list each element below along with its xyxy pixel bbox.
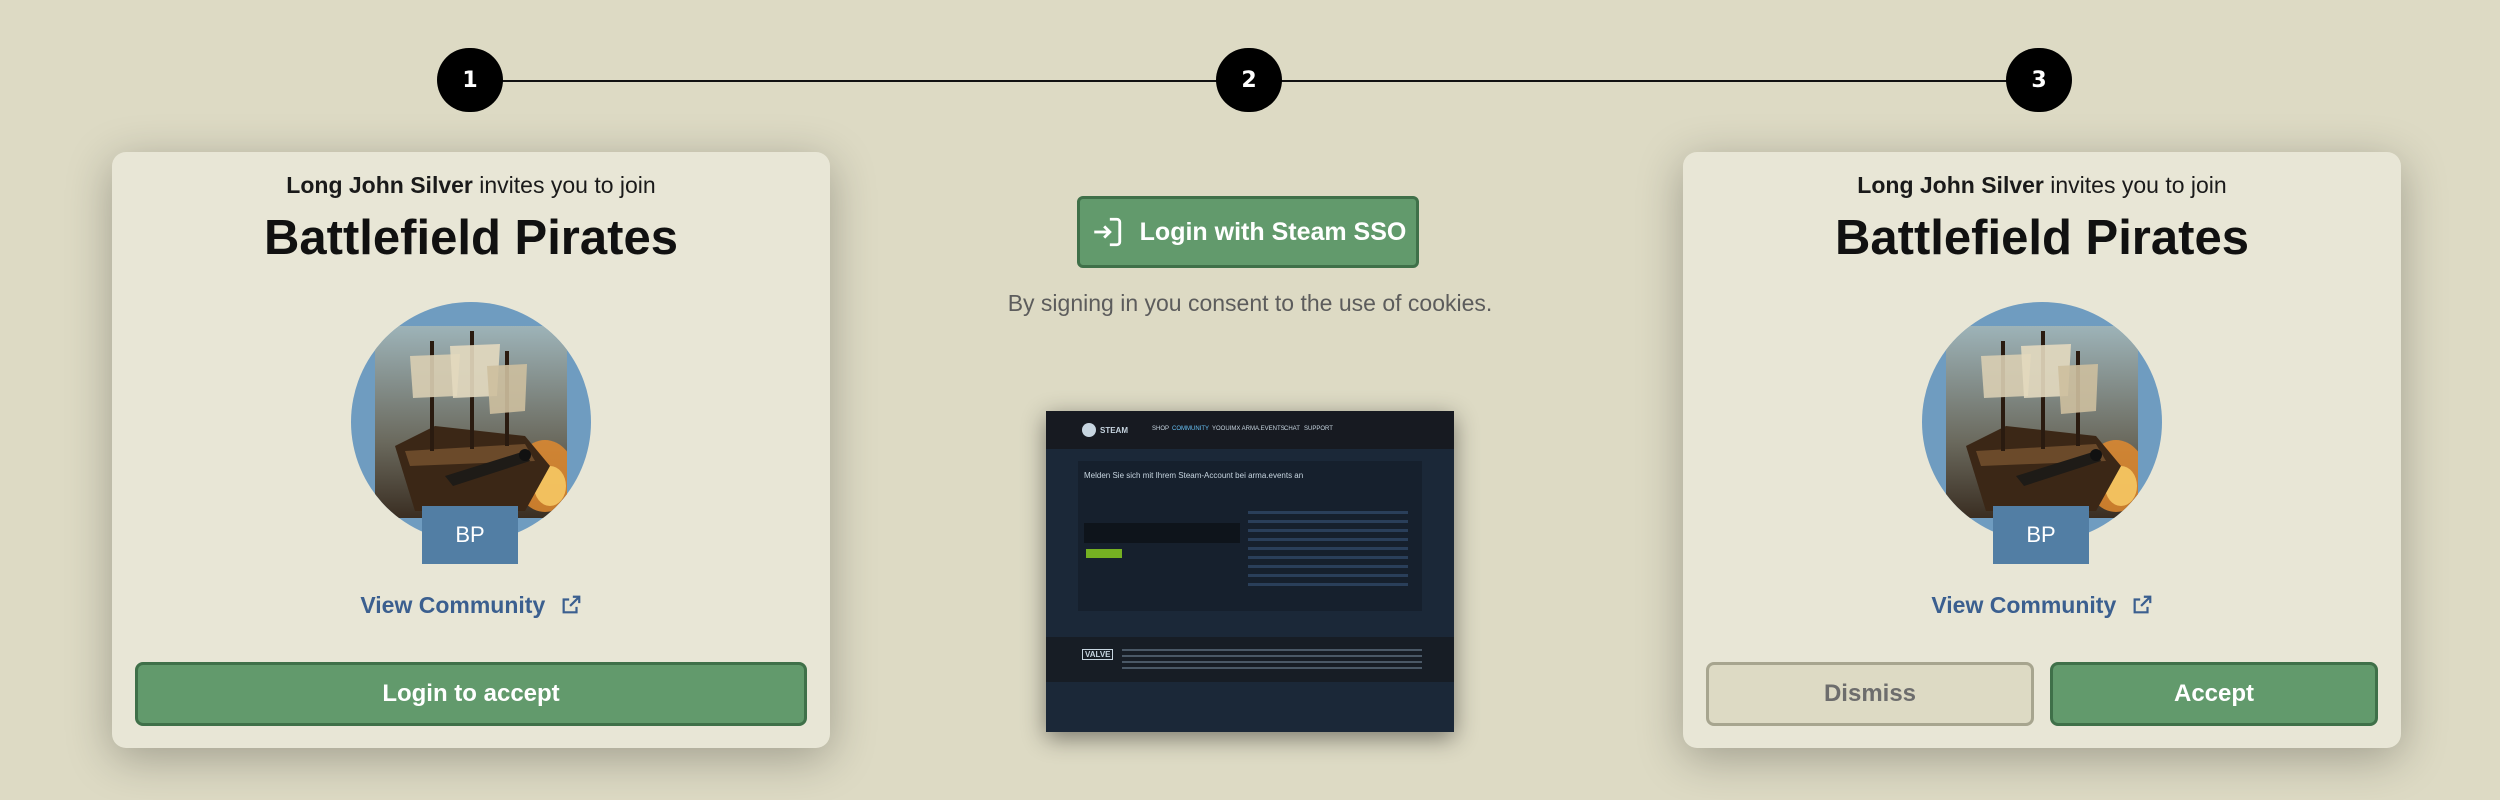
- accept-button[interactable]: Accept: [2050, 662, 2378, 726]
- community-abbreviation-badge: BP: [1993, 506, 2089, 564]
- preview-nav-support: SUPPORT: [1304, 426, 1333, 432]
- invite-text: invites you to join: [2050, 172, 2227, 198]
- preview-footer-brand: VALVE: [1082, 649, 1114, 660]
- preview-footer: VALVE: [1046, 637, 1454, 682]
- preview-footer-text: [1122, 649, 1422, 669]
- cookie-consent-text: By signing in you consent to the use of …: [1007, 290, 1493, 316]
- steam-login-preview: STEAM SHOP COMMUNITY YOOUIMX ARMA.EVENTS…: [1046, 411, 1454, 732]
- community-abbreviation-badge: BP: [422, 506, 518, 564]
- invite-card-left: Long John Silver invites you to join Bat…: [112, 152, 830, 748]
- preview-brand: STEAM: [1100, 426, 1128, 435]
- dismiss-button[interactable]: Dismiss: [1706, 662, 2034, 726]
- step-connector-1-2: [502, 80, 1218, 82]
- view-community-label[interactable]: View Community: [360, 592, 545, 618]
- step-1-indicator: 1: [437, 48, 503, 112]
- community-title: Battlefield Pirates: [1835, 211, 2249, 265]
- invite-text: invites you to join: [479, 172, 656, 198]
- community-title: Battlefield Pirates: [264, 211, 678, 265]
- view-community-label[interactable]: View Community: [1931, 592, 2116, 618]
- preview-nav-arma: YOOUIMX ARMA.EVENTS: [1212, 426, 1285, 432]
- preview-info-text: [1248, 511, 1408, 591]
- preview-header: STEAM SHOP COMMUNITY YOOUIMX ARMA.EVENTS…: [1046, 411, 1454, 449]
- pirate-ship-image: [1946, 326, 2138, 518]
- view-community-link[interactable]: View Community: [112, 592, 830, 619]
- preview-login-panel: Melden Sie sich mit Ihrem Steam-Account …: [1078, 461, 1422, 611]
- pirate-ship-image: [375, 326, 567, 518]
- view-community-link[interactable]: View Community: [1683, 592, 2401, 619]
- inviter-name: Long John Silver: [286, 172, 473, 198]
- external-link-icon: [2133, 595, 2151, 614]
- inviter-name: Long John Silver: [1857, 172, 2044, 198]
- step-connector-2-3: [1281, 80, 2009, 82]
- login-to-accept-button[interactable]: Login to accept: [135, 662, 807, 726]
- sign-in-icon: [1093, 217, 1121, 247]
- step-3-indicator: 3: [2006, 48, 2072, 112]
- step-2-indicator: 2: [1216, 48, 1282, 112]
- preview-account-row: [1084, 523, 1240, 543]
- invite-line: Long John Silver invites you to join: [1683, 172, 2401, 199]
- steam-sso-login-button[interactable]: Login with Steam SSO: [1077, 196, 1419, 268]
- preview-sign-in-button: [1086, 549, 1122, 558]
- preview-heading: Melden Sie sich mit Ihrem Steam-Account …: [1084, 471, 1304, 480]
- preview-nav-community: COMMUNITY: [1172, 426, 1209, 432]
- external-link-icon: [562, 595, 580, 614]
- invite-line: Long John Silver invites you to join: [112, 172, 830, 199]
- steam-sso-label[interactable]: Login with Steam SSO: [1140, 218, 1407, 247]
- invite-card-right: Long John Silver invites you to join Bat…: [1683, 152, 2401, 748]
- steam-logo-icon: [1082, 423, 1096, 437]
- preview-nav-shop: SHOP: [1152, 426, 1170, 432]
- preview-nav-chat: CHAT: [1284, 426, 1300, 432]
